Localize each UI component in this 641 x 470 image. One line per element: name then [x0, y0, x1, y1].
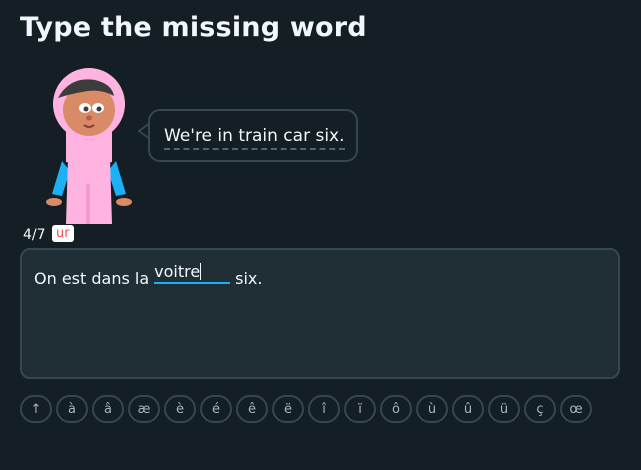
key-o-circumflex[interactable]: ô [380, 395, 412, 423]
sentence-after: six. [235, 269, 263, 288]
key-ae[interactable]: æ [128, 395, 160, 423]
key-u-circumflex[interactable]: û [452, 395, 484, 423]
missing-word-input[interactable]: voitre [154, 262, 231, 284]
special-characters-keyboard: ↑ à â æ è é ê ë î ï ô ù û ü ç œ [20, 395, 592, 423]
text-caret [200, 263, 202, 280]
progress-counter: 4/7 [23, 227, 46, 243]
key-oe[interactable]: œ [560, 395, 592, 423]
key-a-grave[interactable]: à [56, 395, 88, 423]
key-e-acute[interactable]: é [200, 395, 232, 423]
typed-text: voitre [154, 262, 201, 281]
hint-badge: ur [52, 225, 74, 242]
key-a-circumflex[interactable]: â [92, 395, 124, 423]
key-u-diaeresis[interactable]: ü [488, 395, 520, 423]
key-e-circumflex[interactable]: ê [236, 395, 268, 423]
speech-text[interactable]: We're in train car six. [164, 126, 345, 150]
answer-box[interactable]: On est dans la voitre six. [20, 248, 620, 379]
key-i-diaeresis[interactable]: ï [344, 395, 376, 423]
key-e-diaeresis[interactable]: ë [272, 395, 304, 423]
sentence: On est dans la voitre six. [34, 262, 262, 288]
key-u-grave[interactable]: ù [416, 395, 448, 423]
character-illustration [46, 68, 132, 224]
page-title: Type the missing word [20, 12, 367, 43]
key-e-grave[interactable]: è [164, 395, 196, 423]
speech-bubble: We're in train car six. [148, 109, 358, 162]
sentence-before: On est dans la [34, 269, 150, 288]
key-c-cedilla[interactable]: ç [524, 395, 556, 423]
shift-key[interactable]: ↑ [20, 395, 52, 423]
key-i-circumflex[interactable]: î [308, 395, 340, 423]
